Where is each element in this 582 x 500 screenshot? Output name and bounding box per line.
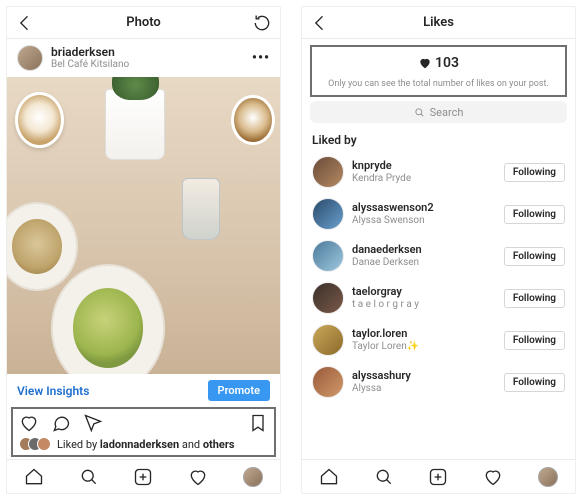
liked-by-text: Liked by ladonnaderksen and others	[57, 438, 235, 451]
liker-row[interactable]: taelorgrayt a e l o r g r a y Following	[312, 277, 565, 319]
profile-tab-avatar[interactable]	[243, 467, 263, 487]
header: Likes	[302, 7, 575, 39]
likes-screen: Likes 103 Only you can see the total num…	[301, 6, 576, 494]
liker-avatar[interactable]	[312, 240, 344, 272]
insights-bar: View Insights Promote	[7, 374, 280, 407]
liker-fullname: Kendra Pryde	[352, 173, 411, 185]
activity-icon[interactable]	[483, 467, 503, 487]
new-post-icon[interactable]	[428, 467, 448, 487]
back-icon[interactable]	[15, 13, 35, 33]
header: Photo	[7, 7, 280, 39]
following-button[interactable]: Following	[504, 289, 565, 308]
liker-fullname: Alyssa Swenson	[352, 215, 434, 227]
liker-avatar[interactable]	[312, 324, 344, 356]
home-icon[interactable]	[24, 467, 44, 487]
more-options[interactable]: •••	[252, 50, 270, 66]
location-label[interactable]: Bel Café Kitsilano	[51, 59, 129, 70]
liker-avatar[interactable]	[312, 156, 344, 188]
following-button[interactable]: Following	[504, 247, 565, 266]
liker-avatars-preview	[19, 437, 51, 451]
liker-username[interactable]: alyssashury	[352, 370, 411, 383]
author-avatar[interactable]	[17, 45, 43, 71]
tab-bar	[7, 459, 280, 493]
liker-row[interactable]: knprydeKendra Pryde Following	[312, 151, 565, 193]
tab-bar	[302, 459, 575, 493]
author-username[interactable]: briaderksen	[51, 46, 129, 59]
liker-fullname: t a e l o r g r a y	[352, 299, 419, 311]
post-actions-box: Liked by ladonnaderksen and others	[11, 407, 276, 457]
liker-username[interactable]: alyssaswenson2	[352, 202, 434, 215]
search-icon[interactable]	[374, 467, 394, 487]
post-photo[interactable]	[7, 77, 280, 374]
liker-username[interactable]: taelorgray	[352, 286, 419, 299]
search-bar[interactable]: Search	[310, 101, 567, 123]
liker-row[interactable]: taylor.lorenTaylor Loren✨ Following	[312, 319, 565, 361]
following-button[interactable]: Following	[504, 163, 565, 182]
heart-filled-icon	[418, 56, 432, 70]
search-placeholder: Search	[430, 106, 464, 119]
liker-row[interactable]: alyssashuryAlyssa Following	[312, 361, 565, 403]
liker-username[interactable]: knpryde	[352, 160, 411, 173]
share-icon[interactable]	[83, 413, 103, 433]
home-icon[interactable]	[319, 467, 339, 487]
liker-avatar[interactable]	[312, 366, 344, 398]
liker-row[interactable]: alyssaswenson2Alyssa Swenson Following	[312, 193, 565, 235]
search-icon[interactable]	[79, 467, 99, 487]
liker-fullname: Alyssa	[352, 383, 411, 395]
bookmark-icon[interactable]	[248, 413, 268, 433]
likes-count: 103	[318, 55, 559, 71]
following-button[interactable]: Following	[504, 373, 565, 392]
liked-by-section-label: Liked by	[302, 123, 575, 151]
post-detail-screen: Photo briaderksen Bel Café Kitsilano •••	[6, 6, 281, 494]
liker-username[interactable]: danaederksen	[352, 244, 422, 257]
liked-by-summary[interactable]: Liked by ladonnaderksen and others	[19, 437, 268, 451]
following-button[interactable]: Following	[504, 331, 565, 350]
following-button[interactable]: Following	[504, 205, 565, 224]
activity-icon[interactable]	[188, 467, 208, 487]
new-post-icon[interactable]	[133, 467, 153, 487]
header-title: Photo	[126, 15, 161, 30]
author-row[interactable]: briaderksen Bel Café Kitsilano •••	[7, 39, 280, 77]
liker-avatar[interactable]	[312, 282, 344, 314]
liker-fullname: Taylor Loren✨	[352, 341, 419, 353]
liker-avatar[interactable]	[312, 198, 344, 230]
view-insights-link[interactable]: View Insights	[17, 384, 89, 398]
back-icon[interactable]	[310, 13, 330, 33]
refresh-icon[interactable]	[252, 13, 272, 33]
comment-icon[interactable]	[51, 413, 71, 433]
search-icon	[414, 107, 425, 118]
header-title: Likes	[423, 15, 454, 30]
promote-button[interactable]: Promote	[208, 380, 270, 401]
likes-privacy-note: Only you can see the total number of lik…	[318, 79, 559, 89]
liker-row[interactable]: danaederksenDanae Derksen Following	[312, 235, 565, 277]
likes-summary-box: 103 Only you can see the total number of…	[310, 45, 567, 97]
like-icon[interactable]	[19, 413, 39, 433]
liker-fullname: Danae Derksen	[352, 257, 422, 269]
profile-tab-avatar[interactable]	[538, 467, 558, 487]
likers-list: knprydeKendra Pryde Following alyssaswen…	[302, 151, 575, 459]
liker-username[interactable]: taylor.loren	[352, 328, 419, 341]
